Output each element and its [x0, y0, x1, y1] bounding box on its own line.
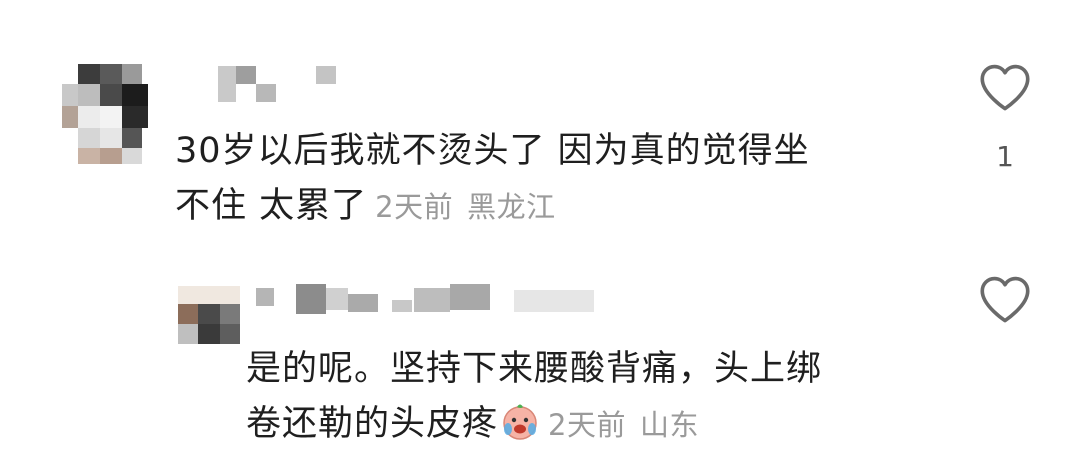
- timestamp: 2天前: [548, 408, 626, 442]
- like-button[interactable]: 1: [970, 62, 1040, 173]
- reply-item: 是的呢。坚持下来腰酸背痛，头上绑 卷还勒的头皮疼 2天前 山东: [0, 240, 1080, 473]
- comment-text-line: 30岁以后我就不烫头了 因为真的觉得坐: [175, 131, 810, 171]
- crying-face-emoji-icon: [500, 401, 540, 458]
- username-mosaic[interactable]: [218, 66, 348, 102]
- like-button[interactable]: [970, 274, 1040, 324]
- avatar[interactable]: [62, 64, 152, 164]
- comment-meta: 2天前 黑龙江: [375, 190, 555, 224]
- timestamp: 2天前: [375, 190, 454, 224]
- location: 山东: [639, 408, 699, 442]
- comment-text-line: 不住 太累了 2天前 黑龙江: [175, 179, 935, 235]
- comment-item: 30岁以后我就不烫头了 因为真的觉得坐 不住 太累了 2天前 黑龙江 1: [0, 0, 1080, 240]
- avatar[interactable]: [178, 286, 240, 344]
- heart-outline-icon[interactable]: [977, 274, 1033, 324]
- heart-outline-icon[interactable]: [977, 62, 1033, 112]
- reply-text: 是的呢。坚持下来腰酸背痛，头上绑 卷还勒的头皮疼 2天前 山东: [246, 342, 966, 458]
- comment-text-tail: 不住 太累了: [175, 186, 368, 226]
- comment-meta: 2天前 山东: [548, 408, 699, 442]
- reply-text-line: 卷还勒的头皮疼 2天前 山东: [246, 397, 966, 458]
- reply-text-tail: 卷还勒的头皮疼: [246, 404, 499, 444]
- like-count: 1: [996, 140, 1014, 173]
- reply-text-line: 是的呢。坚持下来腰酸背痛，头上绑: [246, 349, 823, 389]
- location: 黑龙江: [467, 190, 556, 224]
- username-mosaic[interactable]: [256, 284, 596, 320]
- comment-text: 30岁以后我就不烫头了 因为真的觉得坐 不住 太累了 2天前 黑龙江: [175, 124, 935, 235]
